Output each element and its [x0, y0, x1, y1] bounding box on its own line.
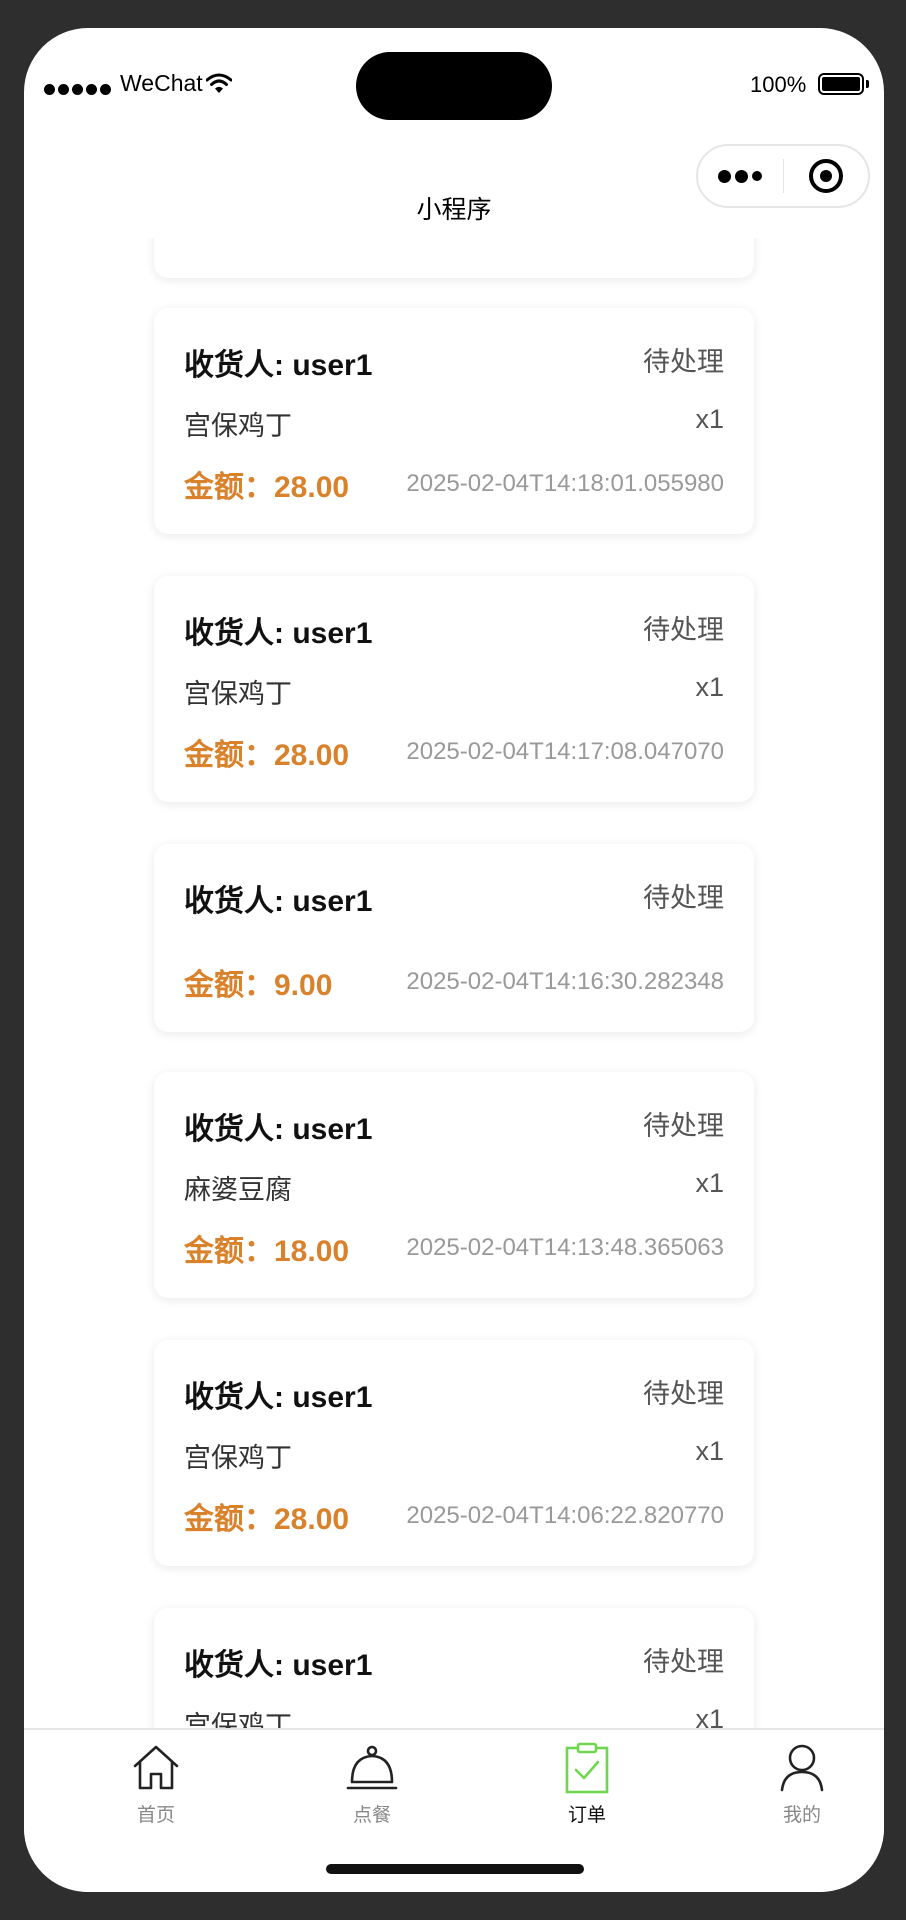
- order-card[interactable]: 收货人: user1 待处理 麻婆豆腐 x1 金额：18.00 2025-02-…: [154, 1072, 754, 1298]
- item-name: 麻婆豆腐: [184, 1175, 292, 1205]
- order-timestamp: 2025-02-04T14:17:08.047070: [406, 738, 724, 765]
- order-status: 待处理: [643, 1647, 724, 1677]
- order-timestamp: 2025-02-04T14:18:01.055980: [406, 470, 724, 497]
- tab-mine[interactable]: 我的: [742, 1742, 862, 1832]
- order-status: 待处理: [643, 1111, 724, 1141]
- order-amount: 金额：28.00: [184, 471, 350, 504]
- order-timestamp: 2025-02-04T14:13:48.365063: [406, 1234, 724, 1261]
- carrier-name: WeChat: [120, 70, 203, 96]
- item-quantity: x1: [695, 1436, 724, 1466]
- battery-percentage: 100%: [750, 72, 807, 97]
- tab-label: 我的: [782, 1805, 821, 1826]
- recipient-name: 收货人: user1: [184, 1113, 373, 1146]
- close-miniprogram-button[interactable]: [784, 159, 869, 193]
- tab-label: 点餐: [352, 1805, 391, 1826]
- order-status: 待处理: [643, 347, 724, 377]
- recipient-name: 收货人: user1: [184, 885, 373, 918]
- signal-strength-icon: [44, 78, 111, 100]
- tab-label: 订单: [567, 1805, 606, 1826]
- clipboard-check-icon: [565, 1742, 609, 1794]
- order-amount: 金额：18.00: [184, 1235, 350, 1268]
- phone-screen: WeChat 100% 小程序 收货人: user1 待处理 宫保鸡丁 x1 金…: [24, 28, 884, 1892]
- item-quantity: x1: [695, 672, 724, 702]
- status-bar: WeChat 100%: [24, 28, 884, 138]
- order-card[interactable]: 收货人: user1 待处理 宫保鸡丁 x1 金额：28.00 2025-02-…: [154, 576, 754, 802]
- wifi-icon: [206, 73, 232, 93]
- recipient-name: 收货人: user1: [184, 349, 373, 382]
- item-name: 宫保鸡丁: [184, 411, 292, 441]
- tab-order-food[interactable]: 点餐: [312, 1742, 432, 1832]
- order-item-row: 宫保鸡丁 x1: [184, 404, 724, 441]
- dynamic-island: [356, 52, 552, 120]
- order-item-row: 宫保鸡丁 x1: [184, 1436, 724, 1473]
- order-amount: 金额：28.00: [184, 1503, 350, 1536]
- item-quantity: x1: [695, 1168, 724, 1198]
- tab-label: 首页: [136, 1805, 175, 1826]
- order-card-partial[interactable]: [154, 238, 754, 278]
- order-list[interactable]: 收货人: user1 待处理 宫保鸡丁 x1 金额：28.00 2025-02-…: [24, 238, 884, 1756]
- service-bell-icon: [346, 1745, 398, 1790]
- order-item-row: 麻婆豆腐 x1: [184, 1168, 724, 1205]
- more-menu-button[interactable]: [698, 169, 783, 183]
- order-amount: 金额：9.00: [184, 969, 333, 1002]
- battery-icon: [818, 73, 869, 95]
- target-icon: [808, 159, 843, 193]
- order-card[interactable]: 收货人: user1 待处理 金额：9.00 2025-02-04T14:16:…: [154, 844, 754, 1032]
- recipient-name: 收货人: user1: [184, 617, 373, 650]
- order-timestamp: 2025-02-04T14:06:22.820770: [406, 1502, 724, 1529]
- order-status: 待处理: [643, 883, 724, 913]
- item-name: 宫保鸡丁: [184, 1443, 292, 1473]
- tab-home[interactable]: 首页: [96, 1742, 216, 1832]
- order-amount: 金额：28.00: [184, 739, 350, 772]
- recipient-name: 收货人: user1: [184, 1381, 373, 1414]
- user-icon: [780, 1744, 824, 1792]
- order-timestamp: 2025-02-04T14:16:30.282348: [406, 968, 724, 995]
- home-icon: [133, 1745, 179, 1790]
- order-status: 待处理: [643, 615, 724, 645]
- home-indicator[interactable]: [326, 1864, 584, 1874]
- miniprogram-capsule: [696, 144, 870, 208]
- tab-orders[interactable]: 订单: [527, 1742, 647, 1832]
- recipient-name: 收货人: user1: [184, 1649, 373, 1682]
- item-quantity: x1: [695, 404, 724, 434]
- order-item-row: 宫保鸡丁 x1: [184, 672, 724, 709]
- order-card[interactable]: 收货人: user1 待处理 宫保鸡丁 x1 金额：28.00 2025-02-…: [154, 308, 754, 534]
- order-status: 待处理: [643, 1379, 724, 1409]
- order-card[interactable]: 收货人: user1 待处理 宫保鸡丁 x1 金额：28.00 2025-02-…: [154, 1340, 754, 1566]
- item-name: 宫保鸡丁: [184, 679, 292, 709]
